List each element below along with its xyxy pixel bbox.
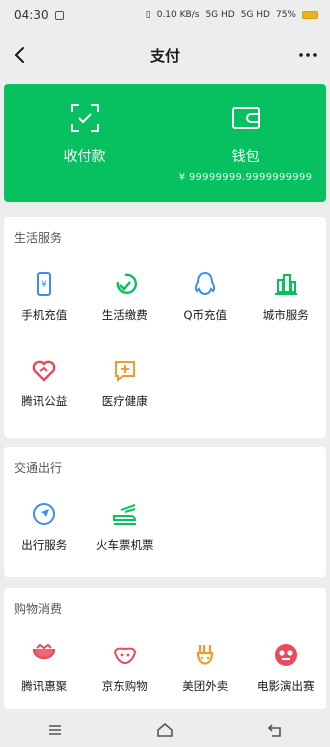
item-label: 手机充值 — [21, 308, 68, 322]
wallet-button[interactable]: 钱包 ¥ 99999999.9999999999 — [165, 84, 326, 202]
item-label: 腾讯公益 — [21, 394, 68, 408]
item-label: 医疗健康 — [101, 394, 148, 408]
grid-item-travel-service[interactable]: 出行服务 — [4, 490, 85, 576]
notification-icon — [54, 10, 64, 20]
more-options-icon[interactable] — [296, 43, 320, 67]
item-label: 腾讯惠聚 — [21, 679, 68, 693]
section-transportation: 交通出行 出行服务 火车票机票 — [4, 447, 326, 577]
item-label: 美团外卖 — [182, 679, 229, 693]
jd-shopping-icon — [113, 647, 136, 665]
grid-item-jd-shopping[interactable]: 京东购物 — [85, 631, 166, 717]
receive-pay-button[interactable]: 收付款 — [4, 84, 165, 202]
section-title: 交通出行 — [14, 461, 63, 475]
item-label: 电影演出赛 — [257, 679, 315, 693]
item-label: 京东购物 — [101, 679, 148, 693]
net-speed: 0.10 KB/s — [156, 10, 200, 20]
scan-qr-icon — [70, 104, 99, 132]
battery-icon — [302, 11, 318, 19]
wallet-label: 钱包 — [231, 149, 260, 165]
item-label: Q币充值 — [183, 308, 228, 322]
payment-card: 收付款 钱包 ¥ 99999999.9999999999 — [4, 84, 326, 202]
tencent-huiju-icon — [33, 643, 56, 660]
wallet-balance: ¥ 99999999.9999999999 — [178, 172, 313, 183]
qq-coin-icon — [195, 271, 216, 296]
signal-1: 5G HD — [205, 10, 235, 20]
grid-item-medical-health[interactable]: 医疗健康 — [85, 346, 166, 432]
vibrate-icon: ▯ — [145, 10, 151, 20]
wallet-icon — [231, 107, 260, 129]
grid-item-movie-show[interactable]: 电影演出赛 — [246, 631, 327, 717]
grid-item-phone-recharge[interactable]: ¥ 手机充值 — [4, 260, 85, 346]
home-icon[interactable] — [155, 720, 175, 740]
train-plane-ticket-icon — [112, 504, 136, 525]
grid-item-meituan-waimai[interactable]: 美团外卖 — [165, 631, 246, 717]
back-icon[interactable] — [265, 720, 285, 740]
charity-heart-icon — [32, 360, 56, 382]
medical-health-icon — [114, 361, 135, 383]
status-time: 04:30 — [14, 8, 49, 22]
utility-payment-icon — [116, 273, 137, 294]
nav-bar: 支付 — [0, 30, 330, 80]
grid-item-utility-payment[interactable]: 生活缴费 — [85, 260, 166, 346]
meituan-waimai-icon — [197, 645, 214, 665]
section-title: 生活服务 — [14, 231, 63, 245]
phone-recharge-icon: ¥ — [37, 272, 52, 296]
item-label: 火车票机票 — [96, 538, 154, 552]
grid-item-tencent-huiju[interactable]: 腾讯惠聚 — [4, 631, 85, 717]
section-title: 购物消费 — [14, 602, 63, 616]
item-label: 出行服务 — [21, 538, 68, 552]
system-navigation-bar — [0, 712, 330, 747]
back-arrow-icon[interactable] — [8, 43, 32, 67]
section-shopping: 购物消费 腾讯惠聚 京东购物 美团外卖 电影演出赛 — [4, 588, 326, 709]
section-life-services: 生活服务 ¥ 手机充值 生活缴费 Q币充值 城市服务 腾讯公益 医疗健康 — [4, 217, 326, 438]
grid-item-tencent-charity[interactable]: 腾讯公益 — [4, 346, 85, 432]
item-label: 城市服务 — [262, 308, 309, 322]
grid-item-qq-coin[interactable]: Q币充值 — [165, 260, 246, 346]
city-service-icon — [274, 274, 297, 295]
page-title: 支付 — [149, 46, 180, 65]
battery-percent: 75% — [275, 10, 296, 20]
svg-text:¥: ¥ — [41, 280, 47, 290]
menu-icon[interactable] — [45, 720, 65, 740]
receive-pay-label: 收付款 — [63, 149, 106, 165]
grid-item-train-plane-ticket[interactable]: 火车票机票 — [85, 490, 166, 576]
grid-item-city-service[interactable]: 城市服务 — [246, 260, 327, 346]
movie-show-icon — [274, 644, 297, 666]
status-bar: 04:30 ▯ 0.10 KB/s 5G HD 5G HD 75% — [0, 0, 330, 30]
signal-2: 5G HD — [240, 10, 270, 20]
item-label: 生活缴费 — [101, 308, 148, 322]
travel-service-icon — [33, 503, 56, 525]
